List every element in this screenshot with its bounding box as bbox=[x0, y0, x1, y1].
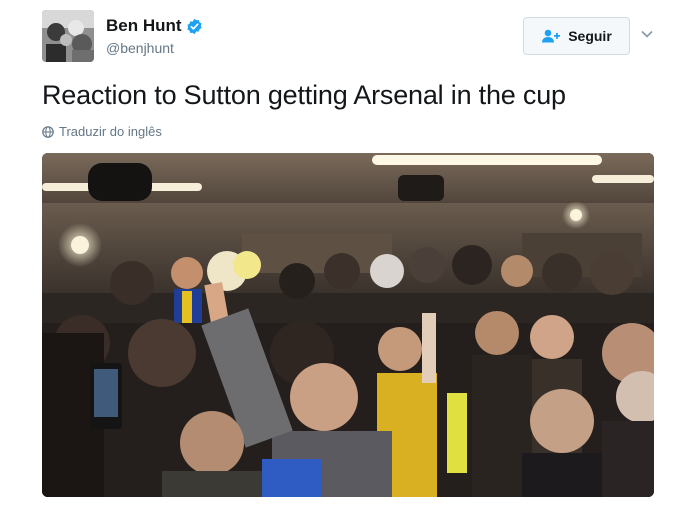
tweet-text: Reaction to Sutton getting Arsenal in th… bbox=[42, 80, 566, 110]
author-display-name[interactable]: Ben Hunt bbox=[106, 16, 182, 36]
translate-label: Traduzir do inglês bbox=[59, 124, 162, 139]
chevron-down-icon[interactable] bbox=[640, 29, 654, 39]
translate-link[interactable]: Traduzir do inglês bbox=[42, 124, 162, 139]
follow-button[interactable]: Seguir bbox=[523, 17, 630, 55]
avatar[interactable] bbox=[42, 10, 94, 62]
author-name-row[interactable]: Ben Hunt bbox=[106, 16, 203, 36]
globe-icon bbox=[42, 125, 54, 138]
author-handle[interactable]: @benjhunt bbox=[106, 40, 174, 56]
follow-button-label: Seguir bbox=[568, 28, 612, 44]
media-image bbox=[42, 153, 654, 497]
verified-badge-icon bbox=[186, 18, 202, 34]
add-user-icon bbox=[542, 29, 561, 43]
tweet-media[interactable] bbox=[42, 153, 654, 497]
avatar-image bbox=[42, 10, 94, 62]
